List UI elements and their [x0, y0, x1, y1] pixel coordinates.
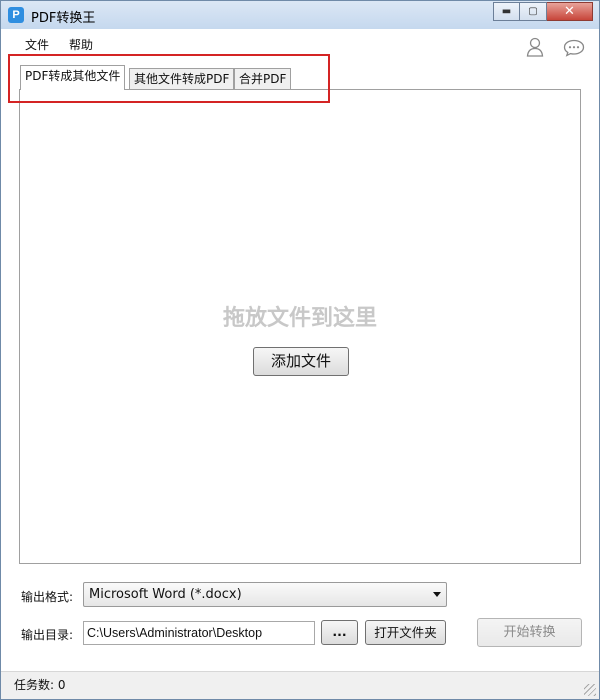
maximize-icon: ▢ [528, 6, 538, 17]
menu-help[interactable]: 帮助 [69, 36, 93, 53]
title-bar[interactable]: P PDF转换王 ▬ ▢ ✕ [1, 1, 599, 29]
close-button[interactable]: ✕ [547, 2, 593, 21]
menu-file[interactable]: 文件 [25, 36, 49, 53]
app-window: P PDF转换王 ▬ ▢ ✕ 文件 帮助 PDF转成其他文件 其他文件转成PDF… [0, 0, 600, 700]
tab-merge-pdf[interactable]: 合并PDF [234, 68, 292, 90]
menu-bar: 文件 帮助 [1, 29, 599, 59]
tab-pdf-to-other[interactable]: PDF转成其他文件 [20, 65, 126, 90]
task-count: 任务数: 0 [14, 678, 66, 692]
chat-icon[interactable] [563, 39, 585, 57]
app-logo-icon: P [8, 7, 24, 23]
drop-hint-text: 拖放文件到这里 [222, 306, 377, 331]
open-folder-button[interactable]: 打开文件夹 [365, 620, 446, 645]
output-format-value: Microsoft Word (*.docx) [89, 587, 242, 602]
close-icon: ✕ [564, 4, 575, 19]
minimize-button[interactable]: ▬ [493, 2, 520, 21]
maximize-button[interactable]: ▢ [520, 2, 547, 21]
minimize-icon: ▬ [501, 6, 512, 17]
output-format-label: 输出格式: [21, 590, 74, 604]
resize-grip-icon[interactable] [584, 684, 596, 696]
output-format-select[interactable]: Microsoft Word (*.docx) [83, 582, 447, 607]
window-title: PDF转换王 [31, 11, 96, 26]
status-bar: 任务数: 0 [1, 671, 599, 699]
browse-button[interactable]: ... [321, 620, 358, 645]
output-dir-label: 输出目录: [21, 628, 74, 642]
start-convert-button[interactable]: 开始转换 [477, 618, 582, 647]
window-controls: ▬ ▢ ✕ [493, 2, 593, 21]
output-dir-input[interactable] [83, 621, 315, 645]
dropdown-arrow-icon [433, 592, 441, 597]
user-icon[interactable] [525, 37, 545, 57]
add-file-button[interactable]: 添加文件 [253, 347, 349, 376]
drop-area[interactable]: 拖放文件到这里 添加文件 [19, 89, 581, 564]
tab-other-to-pdf[interactable]: 其他文件转成PDF [129, 68, 235, 90]
